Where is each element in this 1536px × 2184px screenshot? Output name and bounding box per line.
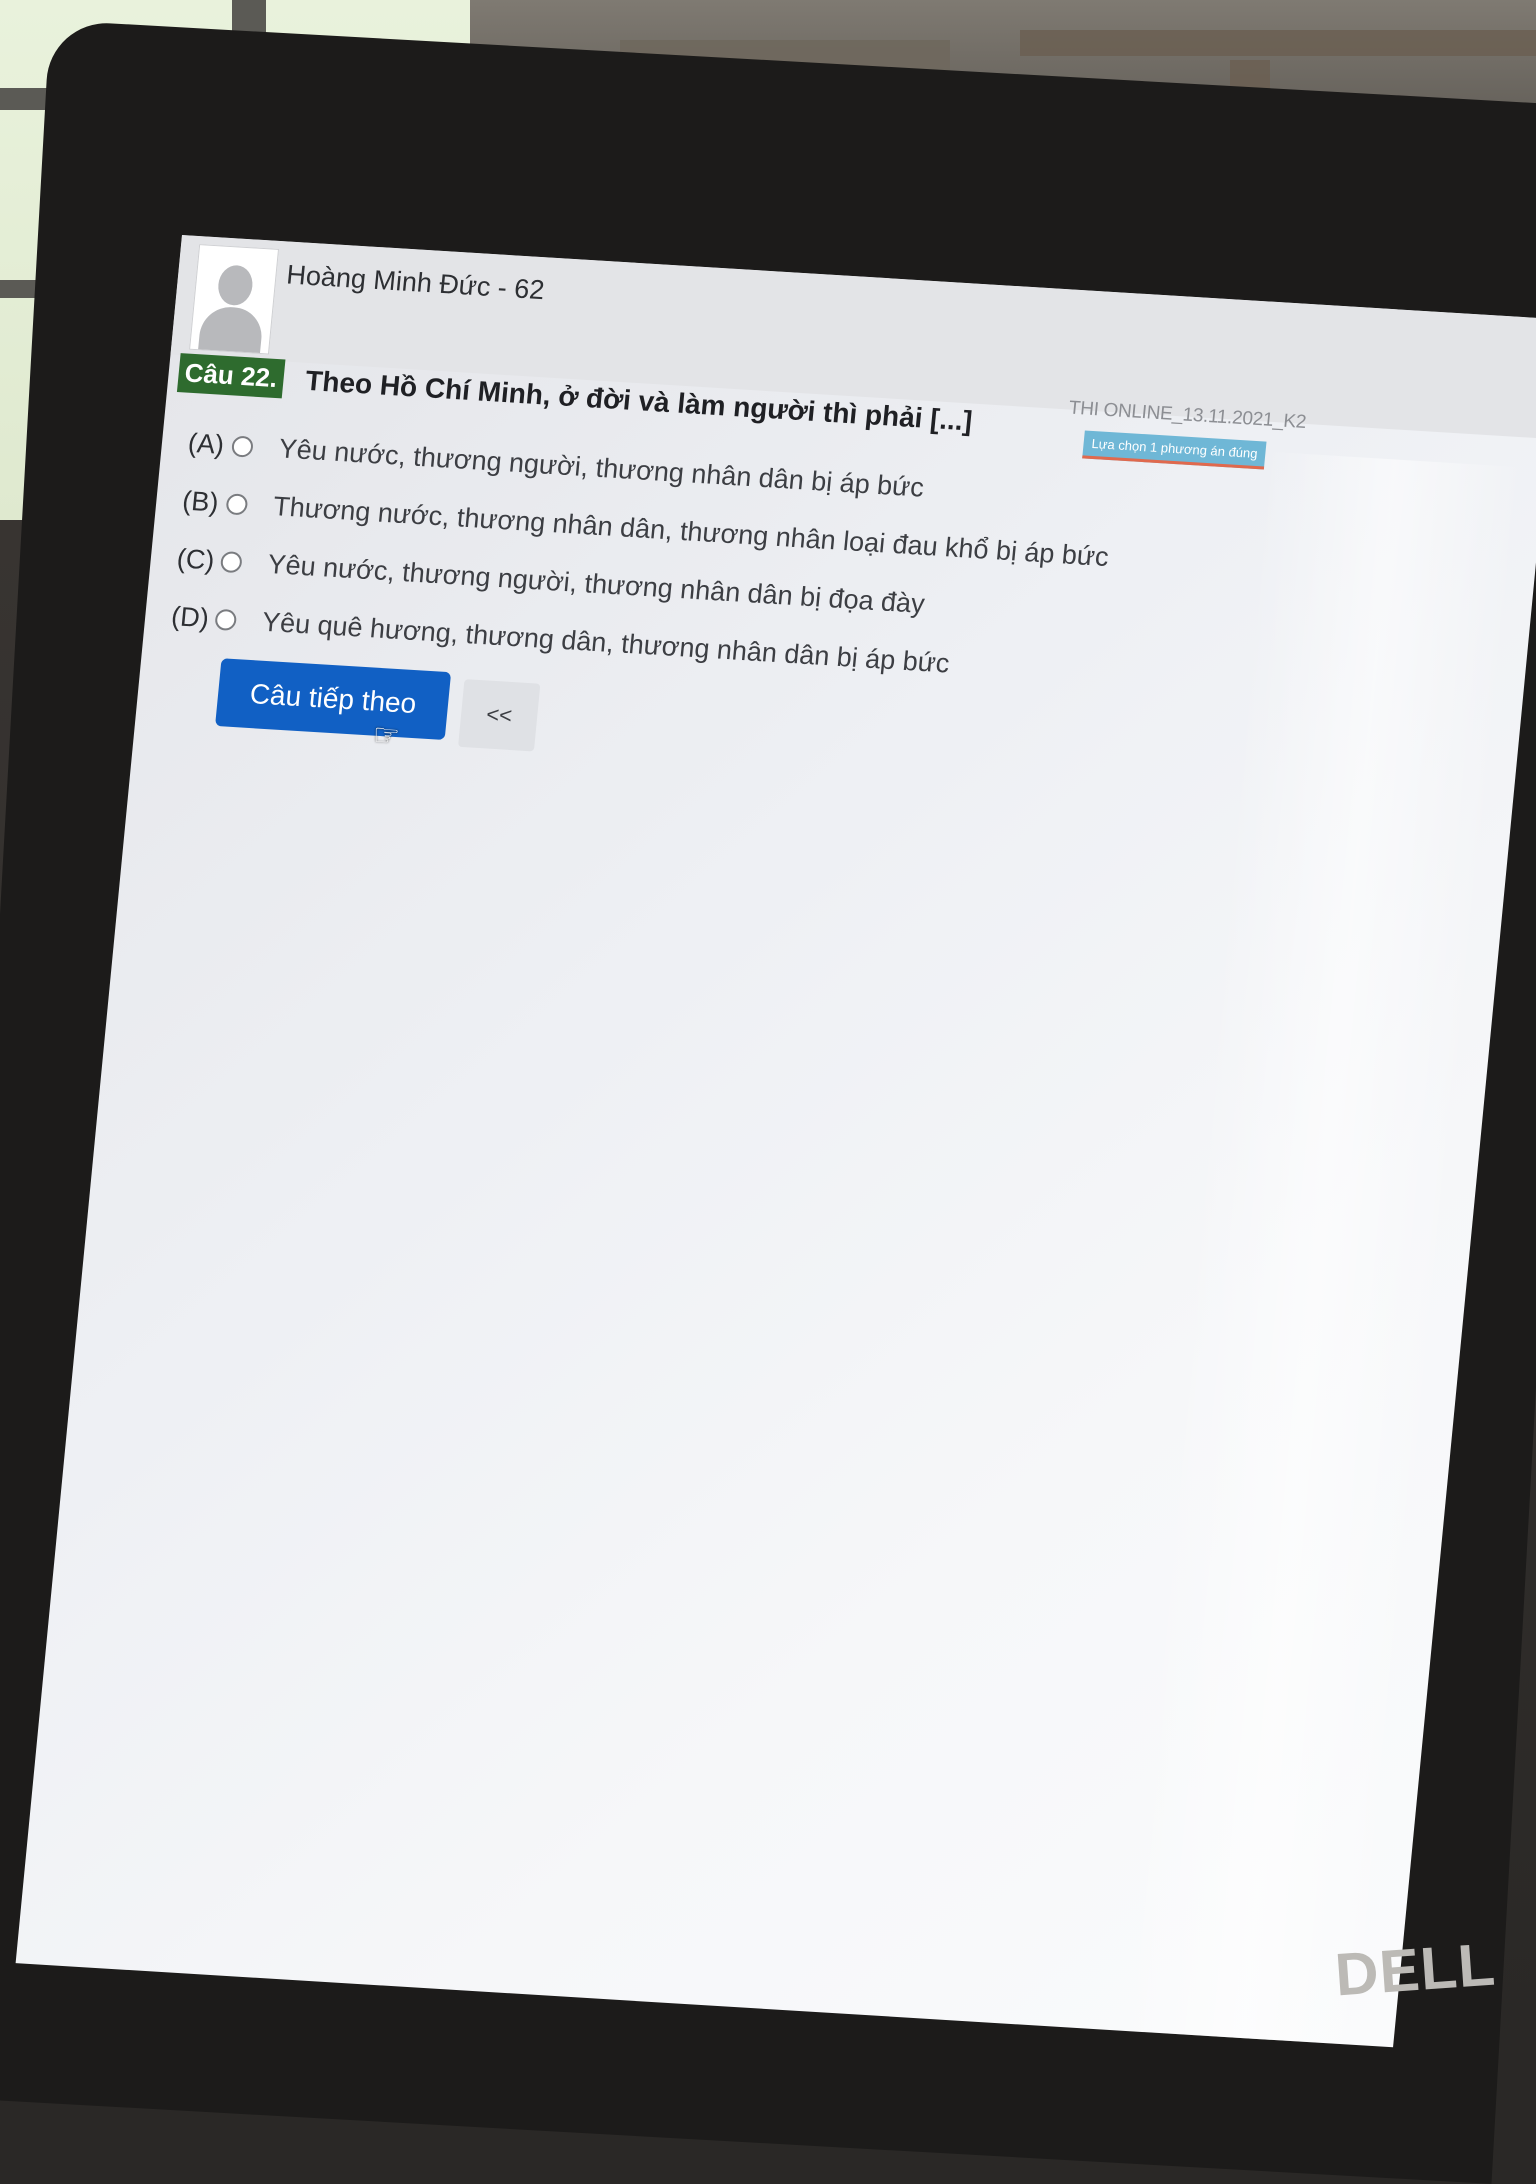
option-letter: (B) [181, 485, 220, 518]
radio-button[interactable] [231, 434, 254, 458]
radio-button[interactable] [219, 550, 243, 573]
option-letter: (D) [170, 600, 211, 633]
next-question-button[interactable]: Câu tiếp theo [215, 658, 452, 740]
avatar-body-icon [198, 305, 265, 353]
previous-question-button[interactable]: << [458, 679, 541, 752]
option-letter: (C) [175, 542, 216, 576]
dell-logo: DELL [1332, 1930, 1498, 2009]
instruction-badge: Lựa chọn 1 phương án đúng [1082, 430, 1267, 470]
question-number: Câu 22. [176, 353, 285, 399]
laptop-screen: Hoàng Minh Đức - 62 THI ONLINE_13.11.202… [15, 235, 1536, 2048]
option-letter: (A) [186, 427, 226, 460]
background-shelf [1020, 30, 1536, 56]
avatar-head-icon [216, 264, 255, 307]
answer-options: (A) Yêu nước, thương người, thương nhân … [169, 414, 1117, 702]
avatar [189, 244, 280, 355]
hand-cursor-icon: ☞ [371, 718, 402, 754]
radio-button[interactable] [214, 608, 238, 631]
radio-button[interactable] [225, 492, 249, 515]
